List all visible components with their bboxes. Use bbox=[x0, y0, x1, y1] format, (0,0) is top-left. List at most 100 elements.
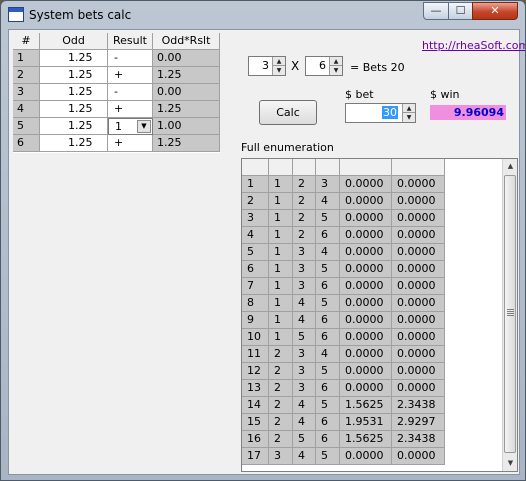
minimize-button[interactable]: — bbox=[423, 2, 449, 20]
bets-count-label: = Bets 20 bbox=[350, 61, 405, 74]
result-cell[interactable]: - bbox=[108, 84, 153, 101]
row-number: 3 bbox=[13, 84, 40, 101]
enum-win-cell: 0.0000 bbox=[392, 380, 445, 397]
enum-index-cell: 1 bbox=[242, 176, 269, 193]
spin-up-icon[interactable]: ▲ bbox=[402, 104, 415, 113]
enum-product-cell: 0.0000 bbox=[340, 346, 392, 363]
product-cell-text: 1.25 bbox=[157, 68, 182, 81]
result-cell[interactable]: + bbox=[108, 135, 153, 152]
result-cell[interactable]: - bbox=[108, 50, 153, 67]
col-header-product: Odd*Rslt bbox=[153, 33, 220, 50]
enum-product-cell: 0.0000 bbox=[340, 329, 392, 346]
row-number-text: 5 bbox=[17, 119, 24, 132]
bets-table[interactable]: # Odd Result Odd*Rslt 1 1.25 - 0.00 2 1.25 +1.… bbox=[13, 33, 220, 153]
spin-up-icon[interactable]: ▲ bbox=[272, 57, 285, 66]
enum-product-cell: 0.0000 bbox=[340, 295, 392, 312]
odd-cell[interactable]: 1.25 bbox=[40, 135, 108, 152]
enum-header-cell bbox=[316, 159, 340, 176]
odd-cell[interactable]: 1.25 bbox=[40, 67, 108, 84]
system-n-spinner[interactable]: 6 ▲ ▼ bbox=[305, 56, 343, 76]
result-cell[interactable]: + bbox=[108, 67, 153, 84]
spin-down-icon[interactable]: ▼ bbox=[272, 66, 285, 75]
enum-win-cell: 0.0000 bbox=[392, 227, 445, 244]
spin-down-icon[interactable]: ▼ bbox=[402, 113, 415, 122]
enum-a-cell: 1 bbox=[269, 244, 293, 261]
bet-spinner[interactable]: 30 ▲ ▼ bbox=[345, 103, 416, 123]
enum-win-cell: 0.0000 bbox=[392, 329, 445, 346]
odd-cell[interactable]: 1.25 bbox=[40, 84, 108, 101]
enum-win-cell: 0.0000 bbox=[392, 448, 445, 465]
enum-b-cell: 5 bbox=[293, 329, 316, 346]
enum-win-cell: 0.0000 bbox=[392, 244, 445, 261]
odd-cell[interactable]: 1.25 bbox=[40, 101, 108, 118]
app-grid-icon bbox=[8, 7, 24, 22]
odd-cell-text: 1.25 bbox=[68, 85, 93, 98]
enum-index-cell: 6 bbox=[242, 261, 269, 278]
bet-input[interactable]: 30 bbox=[346, 104, 401, 122]
times-sign: X bbox=[291, 59, 300, 73]
enum-product-cell: 0.0000 bbox=[340, 176, 392, 193]
website-link[interactable]: http://rheaSoft.com bbox=[422, 39, 525, 52]
enum-win-cell: 0.0000 bbox=[392, 363, 445, 380]
odd-cell[interactable]: 1.25 bbox=[40, 50, 108, 67]
win-label: $ win bbox=[430, 88, 460, 101]
odd-cell[interactable]: 1.25 bbox=[40, 118, 108, 135]
result-cell[interactable]: 1 ▼ bbox=[108, 118, 153, 135]
row-number: 2 bbox=[13, 67, 40, 84]
enum-b-cell: 4 bbox=[293, 397, 316, 414]
scroll-down-icon[interactable]: ▼ bbox=[503, 456, 517, 471]
bet-value[interactable]: 30 bbox=[382, 106, 398, 119]
row-number: 6 bbox=[13, 135, 40, 152]
enum-b-cell: 3 bbox=[293, 380, 316, 397]
title-bar[interactable]: System bets calc — ☐ ✕ bbox=[1, 1, 525, 29]
system-k-spinner[interactable]: 3 ▲ ▼ bbox=[248, 56, 286, 76]
enum-b-cell: 4 bbox=[293, 295, 316, 312]
result-cell[interactable]: + bbox=[108, 101, 153, 118]
odd-cell-text: 1.25 bbox=[68, 136, 93, 149]
enum-a-cell: 1 bbox=[269, 295, 293, 312]
enum-product-cell: 1.5625 bbox=[340, 397, 392, 414]
enum-c-cell: 5 bbox=[316, 363, 340, 380]
col-header-odd: Odd bbox=[40, 33, 108, 50]
enum-c-cell: 5 bbox=[316, 261, 340, 278]
scroll-thumb[interactable] bbox=[504, 175, 516, 453]
enum-c-cell: 6 bbox=[316, 329, 340, 346]
enum-win-cell: 0.0000 bbox=[392, 295, 445, 312]
result-cell-text: + bbox=[114, 68, 124, 81]
row-number-text: 6 bbox=[17, 136, 24, 149]
row-number-text: 2 bbox=[17, 68, 24, 81]
result-cell-text: + bbox=[114, 136, 124, 149]
enumeration-table[interactable]: 1 1 2 3 0.0000 0.0000 2 1 2 4 0.0000 0.0000 3 1 2 5 0.00… bbox=[241, 158, 518, 472]
close-button[interactable]: ✕ bbox=[472, 2, 518, 20]
enum-win-cell: 0.0000 bbox=[392, 278, 445, 295]
enum-c-cell: 6 bbox=[316, 380, 340, 397]
enum-index-cell: 10 bbox=[242, 329, 269, 346]
product-cell: 1.00 bbox=[153, 118, 220, 135]
enum-a-cell: 1 bbox=[269, 193, 293, 210]
calc-button[interactable]: Calc bbox=[259, 100, 317, 125]
enum-a-cell: 1 bbox=[269, 227, 293, 244]
enum-product-cell: 0.0000 bbox=[340, 363, 392, 380]
system-n-value[interactable]: 6 bbox=[306, 57, 328, 75]
spin-down-icon[interactable]: ▼ bbox=[329, 66, 342, 75]
enum-product-cell: 0.0000 bbox=[340, 278, 392, 295]
result-cell-text: 1 bbox=[115, 120, 122, 133]
result-cell-text: - bbox=[114, 51, 118, 64]
enum-b-cell: 3 bbox=[293, 346, 316, 363]
enum-b-cell: 2 bbox=[293, 227, 316, 244]
dropdown-arrow-icon[interactable]: ▼ bbox=[137, 120, 151, 133]
vertical-scrollbar[interactable]: ▲ ▼ bbox=[502, 159, 517, 471]
enum-c-cell: 6 bbox=[316, 227, 340, 244]
system-k-value[interactable]: 3 bbox=[249, 57, 271, 75]
enum-a-cell: 1 bbox=[269, 210, 293, 227]
enum-c-cell: 4 bbox=[316, 346, 340, 363]
maximize-button[interactable]: ☐ bbox=[448, 2, 473, 20]
scroll-up-icon[interactable]: ▲ bbox=[503, 159, 517, 174]
enum-a-cell: 2 bbox=[269, 414, 293, 431]
enum-a-cell: 2 bbox=[269, 363, 293, 380]
row-number: 5 bbox=[13, 118, 40, 135]
app-window: System bets calc — ☐ ✕ # Odd Result Odd*… bbox=[0, 0, 526, 481]
enum-index-cell: 17 bbox=[242, 448, 269, 465]
spin-up-icon[interactable]: ▲ bbox=[329, 57, 342, 66]
result-cell-text: + bbox=[114, 102, 124, 115]
